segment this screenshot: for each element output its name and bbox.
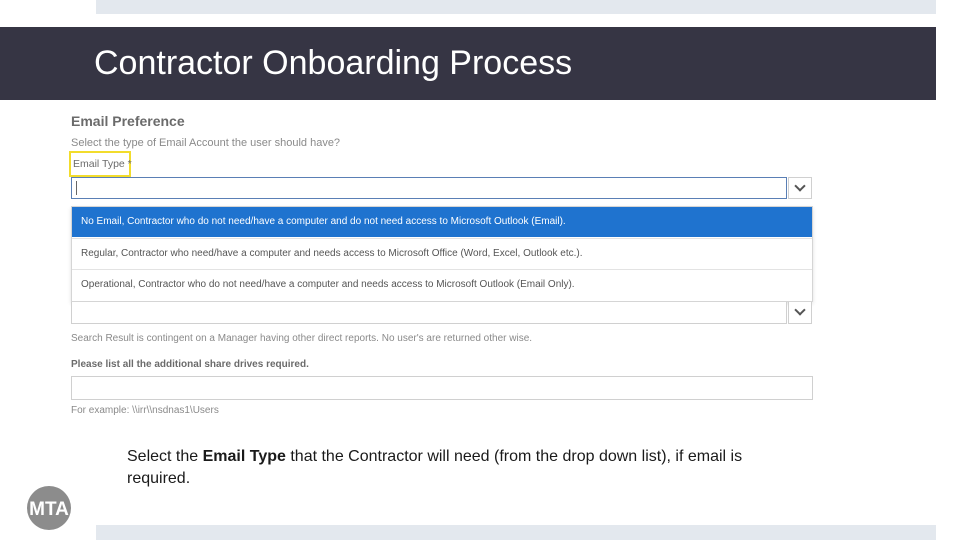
instruction-text: Select the Email Type that the Contracto… bbox=[127, 446, 777, 490]
top-decorative-strip bbox=[96, 0, 936, 14]
slide-title: Contractor Onboarding Process bbox=[94, 44, 573, 82]
dropdown-option-regular[interactable]: Regular, Contractor who need/have a comp… bbox=[72, 238, 812, 268]
dropdown-option-no-email[interactable]: No Email, Contractor who do not need/hav… bbox=[72, 207, 812, 237]
text-cursor bbox=[76, 181, 77, 195]
email-type-label: Email Type * bbox=[69, 151, 132, 177]
email-question-text: Select the type of Email Account the use… bbox=[71, 137, 341, 149]
email-preference-form: Email Preference Select the type of Emai… bbox=[60, 100, 830, 420]
chevron-down-icon bbox=[794, 304, 806, 316]
email-type-dropdown-list: No Email, Contractor who do not need/hav… bbox=[71, 206, 813, 302]
email-type-select[interactable] bbox=[71, 177, 787, 199]
instruction-bold: Email Type bbox=[202, 448, 286, 465]
bottom-decorative-strip bbox=[96, 525, 936, 540]
mta-logo: MTA bbox=[27, 486, 71, 530]
manager-dropdown-toggle[interactable] bbox=[788, 302, 812, 324]
share-drives-input[interactable] bbox=[71, 376, 813, 400]
search-result-note: Search Result is contingent on a Manager… bbox=[71, 333, 533, 344]
chevron-down-icon bbox=[794, 180, 806, 192]
section-title: Email Preference bbox=[71, 113, 185, 129]
share-drives-label: Please list all the additional share dri… bbox=[71, 359, 309, 370]
dropdown-option-operational[interactable]: Operational, Contractor who do not need/… bbox=[72, 269, 812, 299]
instruction-prefix: Select the bbox=[127, 448, 203, 465]
email-type-dropdown-toggle[interactable] bbox=[788, 177, 812, 199]
share-drives-example: For example: \\irr\\nsdnas1\Users bbox=[71, 405, 219, 416]
logo-text: MTA bbox=[29, 499, 69, 520]
manager-select[interactable] bbox=[71, 302, 787, 324]
